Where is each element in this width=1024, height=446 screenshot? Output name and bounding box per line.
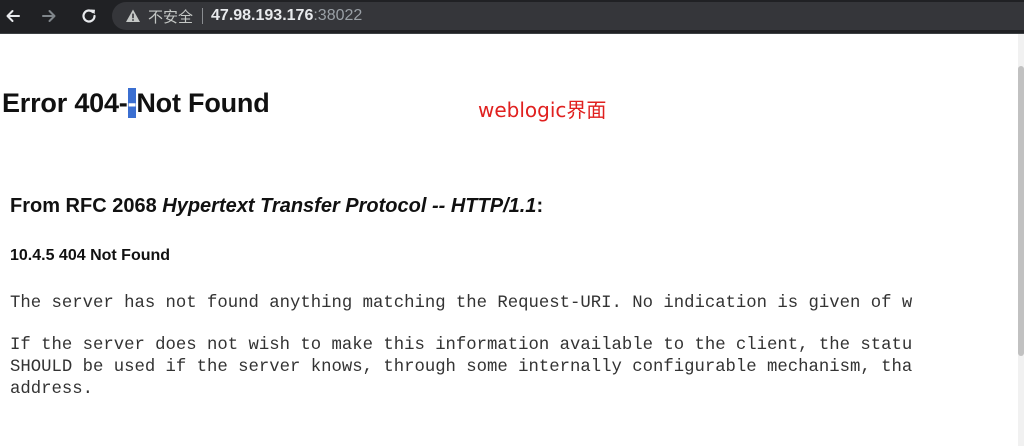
reload-button[interactable] [76,3,102,29]
rfc-heading: From RFC 2068 Hypertext Transfer Protoco… [10,195,543,218]
paragraph-line: address. [10,380,93,399]
error-title-prefix: Error 404- [2,88,128,118]
rfc-heading-suffix: : [536,195,544,217]
warning-triangle-icon[interactable] [124,7,142,25]
paragraph-not-found: The server has not found anything matchi… [10,294,913,313]
address-divider [202,8,204,24]
back-button[interactable] [0,3,26,29]
paragraph-server-info: If the server does not wish to make this… [10,335,1020,401]
weblogic-annotation: weblogic界面 [478,98,607,122]
rfc-heading-prefix: From RFC 2068 [10,195,163,217]
reload-icon [82,9,96,23]
url-port[interactable]: :38022 [313,7,362,25]
browser-toolbar: 不安全 47.98.193.176 :38022 [0,0,1024,34]
arrow-left-icon [6,10,20,22]
status-subheading: 10.4.5 404 Not Found [10,247,171,264]
error-title: Error 404--Not Found [2,88,270,119]
arrow-right-icon [42,10,56,22]
address-bar[interactable]: 不安全 47.98.193.176 :38022 [112,2,1024,30]
paragraph-line: SHOULD be used if the server knows, thro… [10,358,913,377]
error-title-suffix: Not Found [136,88,270,118]
forward-button[interactable] [36,3,62,29]
rfc-heading-italic: Hypertext Transfer Protocol -- HTTP/1.1 [162,195,537,217]
security-status-label[interactable]: 不安全 [148,6,193,27]
paragraph-line: If the server does not wish to make this… [10,336,913,355]
url-host[interactable]: 47.98.193.176 [211,7,313,25]
